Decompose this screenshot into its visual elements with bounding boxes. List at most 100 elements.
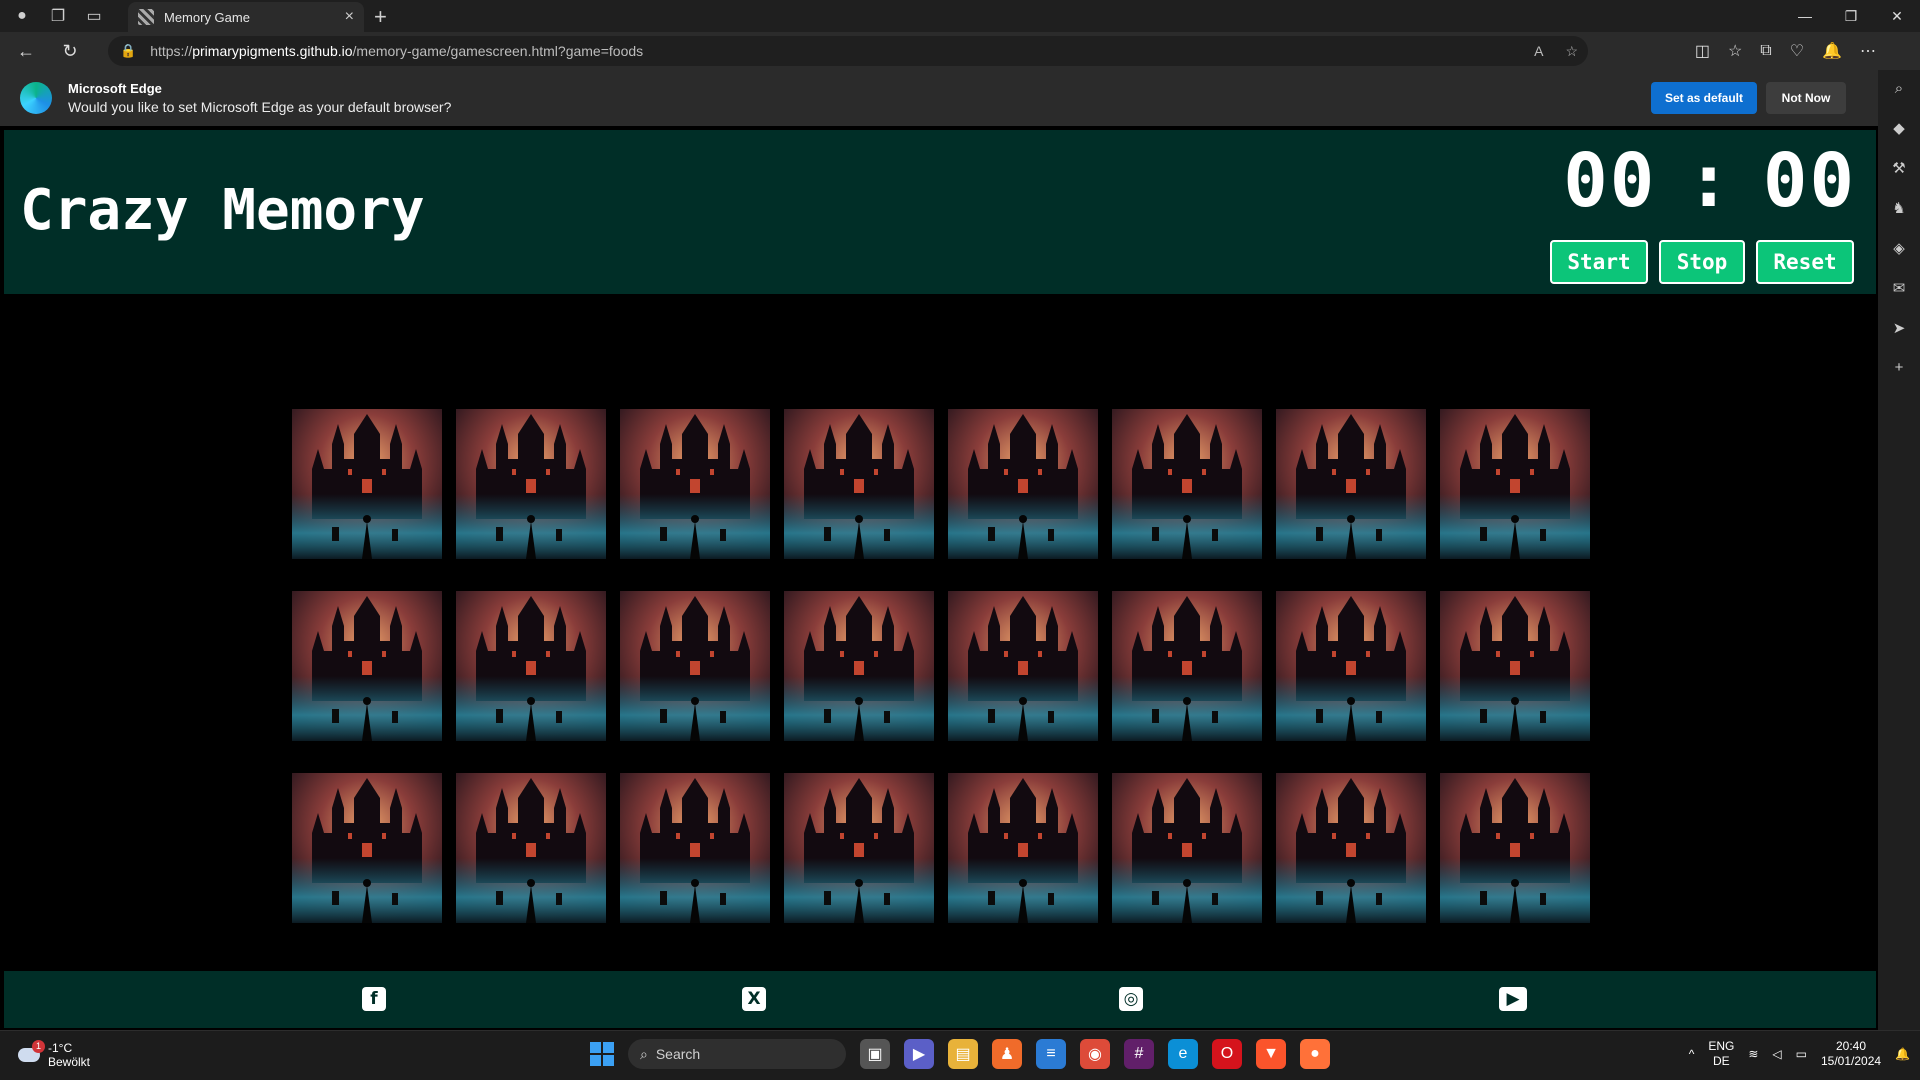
collections-icon[interactable]: ⧉ [1760,42,1771,60]
taskbar-search[interactable]: ⌕ Search [628,1039,846,1069]
instagram-icon[interactable]: ◎ [1119,987,1143,1011]
task-view-icon[interactable]: ▣ [860,1039,890,1069]
browser-toolbar: ◫ ☆ ⧉ ♡ 🔔 ⋯ [1695,32,1876,70]
close-window-icon[interactable]: ✕ [1874,0,1920,32]
notifications-icon[interactable]: 🔔 [1822,41,1842,61]
tab-bar: ● ❐ ▭ Memory Game × + — ❐ ✕ [0,0,1920,32]
timer-display: 00:00 [1563,138,1856,224]
profile-icon[interactable]: ● [8,2,36,30]
chevron-up-icon[interactable]: ^ [1689,1047,1695,1061]
more-icon[interactable]: ⋯ [1860,41,1876,61]
favorites-icon[interactable]: ☆ [1728,41,1742,61]
shopping-tag-icon[interactable]: ◆ [1893,119,1905,137]
outlook-icon[interactable]: ✉ [1893,279,1906,297]
memory-card[interactable] [1440,773,1590,923]
drop-icon[interactable]: ➤ [1893,319,1906,337]
app-icon[interactable]: ♟ [992,1039,1022,1069]
memory-card[interactable] [1440,409,1590,559]
battery-icon[interactable]: ▭ [1796,1047,1807,1061]
clock[interactable]: 20:40 15/01/2024 [1821,1039,1881,1069]
language-indicator[interactable]: ENG DE [1708,1039,1734,1069]
brave-icon[interactable]: ▼ [1256,1039,1286,1069]
wifi-icon[interactable]: ≋ [1748,1047,1758,1061]
facebook-icon[interactable]: f [362,987,386,1011]
memory-card[interactable] [620,773,770,923]
lock-icon[interactable]: 🔒 [120,43,136,59]
teams-icon[interactable]: ▶ [904,1039,934,1069]
workspaces-icon[interactable]: ❐ [44,2,72,30]
slack-icon[interactable]: # [1124,1039,1154,1069]
vertical-tabs-icon[interactable]: ▭ [80,2,108,30]
set-default-button[interactable]: Set as default [1651,82,1757,114]
memory-card[interactable] [948,409,1098,559]
memory-card[interactable] [1276,591,1426,741]
memory-card[interactable] [1276,773,1426,923]
memory-card[interactable] [1276,409,1426,559]
memory-card[interactable] [948,773,1098,923]
memory-card[interactable] [456,409,606,559]
game-page: Crazy Memory 00:00 Start Stop Reset f X … [4,130,1876,1028]
edge-icon[interactable]: e [1168,1039,1198,1069]
memory-card[interactable] [456,773,606,923]
social-footer: f X ◎ ▶ [4,971,1876,1028]
games-icon[interactable]: ♞ [1892,199,1905,217]
notepad-icon[interactable]: ≡ [1036,1039,1066,1069]
infobar-app-name: Microsoft Edge [68,81,162,96]
not-now-button[interactable]: Not Now [1766,82,1846,114]
memory-card[interactable] [1112,591,1262,741]
memory-card[interactable] [292,409,442,559]
refresh-icon[interactable]: ↻ [52,35,88,67]
tab-memory-game[interactable]: Memory Game × [128,2,364,32]
firefox-icon[interactable]: ● [1300,1039,1330,1069]
memory-card[interactable] [1112,773,1262,923]
stop-button[interactable]: Stop [1659,240,1745,284]
card-grid [292,409,1590,923]
browser-essentials-icon[interactable]: ♡ [1790,41,1804,61]
weather-widget[interactable]: 1 -1°C Bewölkt [18,1040,90,1069]
minimize-icon[interactable]: — [1782,0,1828,32]
cloud-icon: 1 [18,1040,45,1062]
windows-start-icon[interactable] [590,1042,614,1066]
language-line-2: DE [1713,1054,1730,1068]
volume-icon[interactable]: ◁ [1772,1047,1781,1061]
url-prefix: https:// [150,43,193,59]
memory-card[interactable] [620,591,770,741]
memory-card[interactable] [292,773,442,923]
memory-card[interactable] [784,773,934,923]
file-explorer-icon[interactable]: ▤ [948,1039,978,1069]
opera-icon[interactable]: O [1212,1039,1242,1069]
close-tab-icon[interactable]: × [345,8,354,26]
memory-card[interactable] [948,591,1098,741]
start-button[interactable]: Start [1550,240,1648,284]
default-browser-infobar: Microsoft Edge Would you like to set Mic… [0,70,1878,126]
notification-bell-icon[interactable]: 🔔 [1895,1047,1910,1061]
address-bar-row: ← ↻ 🔒 https:// primarypigments.github.io… [0,32,1920,70]
back-icon[interactable]: ← [8,35,44,67]
memory-card[interactable] [1112,409,1262,559]
url-field[interactable]: 🔒 https:// primarypigments.github.io /me… [108,36,1588,66]
game-title: Crazy Memory [20,178,425,243]
timer-seconds: 00 [1762,138,1856,224]
memory-card[interactable] [292,591,442,741]
tools-icon[interactable]: ⚒ [1892,159,1905,177]
read-aloud-icon[interactable]: A [1534,43,1543,60]
memory-card[interactable] [1440,591,1590,741]
reset-button[interactable]: Reset [1756,240,1854,284]
copilot-icon[interactable]: ◈ [1893,239,1905,257]
add-sidebar-app-icon[interactable]: + [1895,359,1904,376]
restore-icon[interactable]: ❐ [1828,0,1874,32]
youtube-icon[interactable]: ▶ [1499,987,1527,1011]
favorite-star-icon[interactable]: ☆ [1565,43,1578,60]
split-screen-icon[interactable]: ◫ [1695,41,1710,61]
x-icon[interactable]: X [742,987,766,1011]
infobar-message: Would you like to set Microsoft Edge as … [68,99,452,115]
memory-card[interactable] [620,409,770,559]
memory-card[interactable] [456,591,606,741]
weather-badge: 1 [32,1040,45,1053]
search-icon[interactable]: ⌕ [1895,80,1903,97]
memory-card[interactable] [784,409,934,559]
chrome-icon[interactable]: ◉ [1080,1039,1110,1069]
new-tab-icon[interactable]: + [374,4,387,30]
clock-date: 15/01/2024 [1820,1054,1882,1068]
memory-card[interactable] [784,591,934,741]
